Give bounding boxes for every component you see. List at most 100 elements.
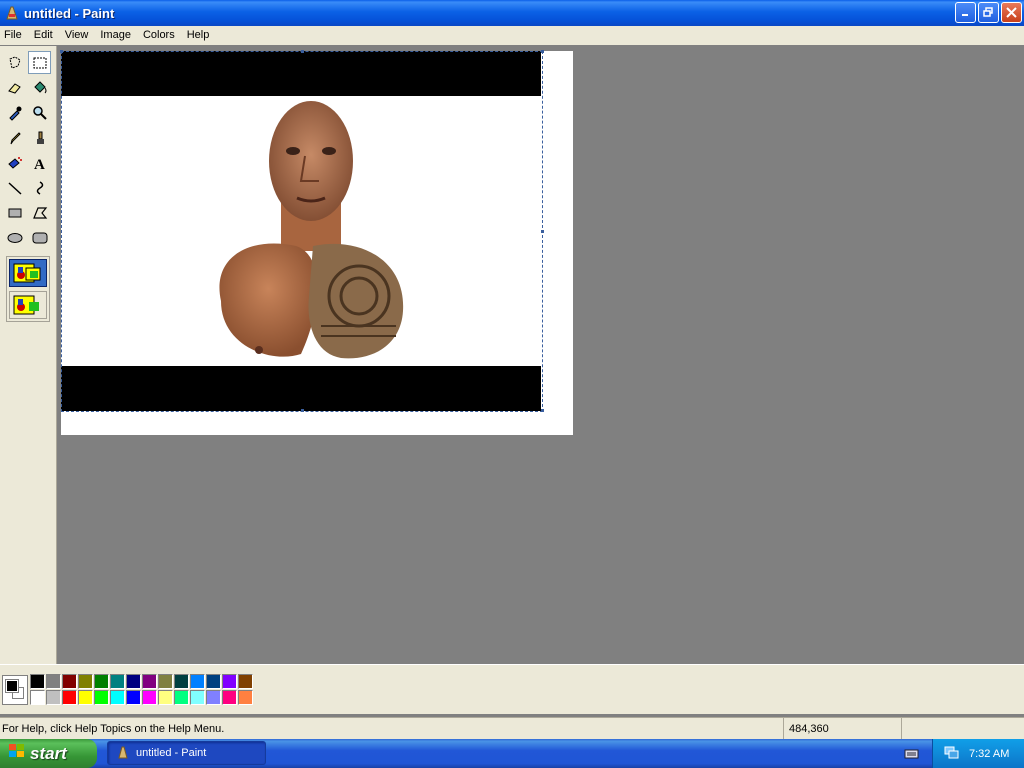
color-swatch[interactable] — [78, 690, 93, 705]
transparent-selection-icon — [13, 295, 39, 315]
window-title: untitled - Paint — [24, 5, 115, 21]
color-swatch[interactable] — [126, 674, 141, 689]
clock[interactable]: 7:32 AM — [969, 748, 1009, 760]
menu-file[interactable]: File — [0, 27, 28, 44]
resize-handle[interactable] — [541, 230, 544, 233]
menu-view[interactable]: View — [59, 27, 95, 44]
tool-magnifier[interactable] — [28, 101, 51, 124]
color-swatch[interactable] — [62, 674, 77, 689]
start-button[interactable]: start — [0, 739, 97, 768]
opaque-selection-icon — [13, 263, 41, 283]
free-select-icon — [8, 55, 21, 69]
cursor-coordinates: 484,360 — [784, 718, 902, 739]
color-swatch[interactable] — [238, 690, 253, 705]
eraser-icon — [7, 82, 21, 94]
status-help-text: For Help, click Help Topics on the Help … — [0, 718, 784, 739]
tool-brush[interactable] — [28, 126, 51, 149]
paint-icon[interactable] — [4, 5, 20, 21]
color-swatch[interactable] — [94, 690, 109, 705]
menu-image[interactable]: Image — [94, 27, 137, 44]
minimize-icon — [962, 14, 968, 16]
color-swatch[interactable] — [238, 674, 253, 689]
color-swatch[interactable] — [78, 674, 93, 689]
resize-handle[interactable] — [541, 50, 544, 53]
network-icon[interactable] — [943, 744, 959, 763]
tool-ellipse[interactable] — [3, 226, 26, 249]
tool-fill[interactable] — [28, 76, 51, 99]
color-swatch[interactable] — [174, 690, 189, 705]
color-swatch[interactable] — [158, 690, 173, 705]
menu-help[interactable]: Help — [181, 27, 216, 44]
tool-polygon[interactable] — [28, 201, 51, 224]
tool-line[interactable] — [3, 176, 26, 199]
close-icon — [1006, 7, 1017, 18]
workspace[interactable] — [58, 46, 1024, 664]
tool-pick-color[interactable] — [3, 101, 26, 124]
color-swatch[interactable] — [110, 674, 125, 689]
color-swatch[interactable] — [206, 690, 221, 705]
taskbar: start untitled - Paint 7:32 AM — [0, 739, 1024, 768]
resize-handle[interactable] — [60, 50, 63, 53]
brush-icon — [36, 131, 44, 144]
menu-edit[interactable]: Edit — [28, 27, 59, 44]
color-swatch[interactable] — [190, 674, 205, 689]
color-swatch[interactable] — [94, 674, 109, 689]
tool-curve[interactable] — [28, 176, 51, 199]
resize-handle[interactable] — [541, 409, 544, 412]
color-swatch[interactable] — [30, 674, 45, 689]
color-swatch[interactable] — [46, 690, 61, 705]
pencil-icon — [10, 131, 21, 144]
ellipse-icon — [7, 232, 22, 243]
color-swatch[interactable] — [174, 674, 189, 689]
transparent-option[interactable] — [9, 291, 47, 319]
tool-airbrush[interactable] — [3, 151, 26, 174]
foreground-color[interactable] — [5, 679, 19, 693]
keyboard-icon[interactable] — [904, 746, 919, 760]
tool-rounded-rectangle[interactable] — [28, 226, 51, 249]
close-button[interactable] — [1001, 2, 1022, 23]
paint-icon — [116, 745, 130, 762]
color-swatch[interactable] — [222, 674, 237, 689]
taskbar-paint-button[interactable]: untitled - Paint — [107, 741, 266, 765]
color-swatch[interactable] — [158, 674, 173, 689]
color-swatch[interactable] — [62, 690, 77, 705]
menu-colors[interactable]: Colors — [137, 27, 181, 44]
resize-handle[interactable] — [301, 50, 304, 53]
color-swatch[interactable] — [142, 690, 157, 705]
restore-icon — [983, 7, 993, 17]
tool-pencil[interactable] — [3, 126, 26, 149]
drawing-canvas[interactable] — [60, 50, 573, 435]
menu-bar: File Edit View Image Colors Help — [0, 26, 1024, 45]
restore-button[interactable] — [978, 2, 999, 23]
color-swatch[interactable] — [190, 690, 205, 705]
palette-swatches — [30, 674, 254, 706]
tool-rectangle[interactable] — [3, 201, 26, 224]
color-swatch[interactable] — [126, 690, 141, 705]
line-icon — [7, 181, 22, 195]
color-swatch[interactable] — [142, 674, 157, 689]
resize-handle[interactable] — [301, 409, 304, 412]
opaque-option[interactable] — [9, 259, 47, 287]
text-icon: A — [34, 157, 45, 171]
tool-select[interactable] — [28, 51, 51, 74]
minimize-button[interactable] — [955, 2, 976, 23]
rectangle-icon — [8, 208, 21, 217]
svg-text:A: A — [34, 157, 45, 171]
taskbar-paint-label: untitled - Paint — [136, 747, 207, 759]
curve-icon — [36, 180, 43, 195]
color-swatch[interactable] — [206, 674, 221, 689]
magnifier-icon — [32, 105, 47, 120]
title-bar[interactable]: untitled - Paint — [0, 0, 1024, 26]
tool-free-form-select[interactable] — [3, 51, 26, 74]
selection-marquee[interactable] — [60, 50, 544, 412]
toolbox: A — [0, 46, 57, 664]
color-swatch[interactable] — [110, 690, 125, 705]
tool-eraser[interactable] — [3, 76, 26, 99]
rect-select-icon — [33, 57, 46, 68]
tool-text[interactable]: A — [28, 151, 51, 174]
rounded-rect-icon — [32, 232, 47, 243]
color-swatch[interactable] — [30, 690, 45, 705]
current-colors[interactable] — [2, 675, 28, 705]
color-swatch[interactable] — [222, 690, 237, 705]
color-swatch[interactable] — [46, 674, 61, 689]
